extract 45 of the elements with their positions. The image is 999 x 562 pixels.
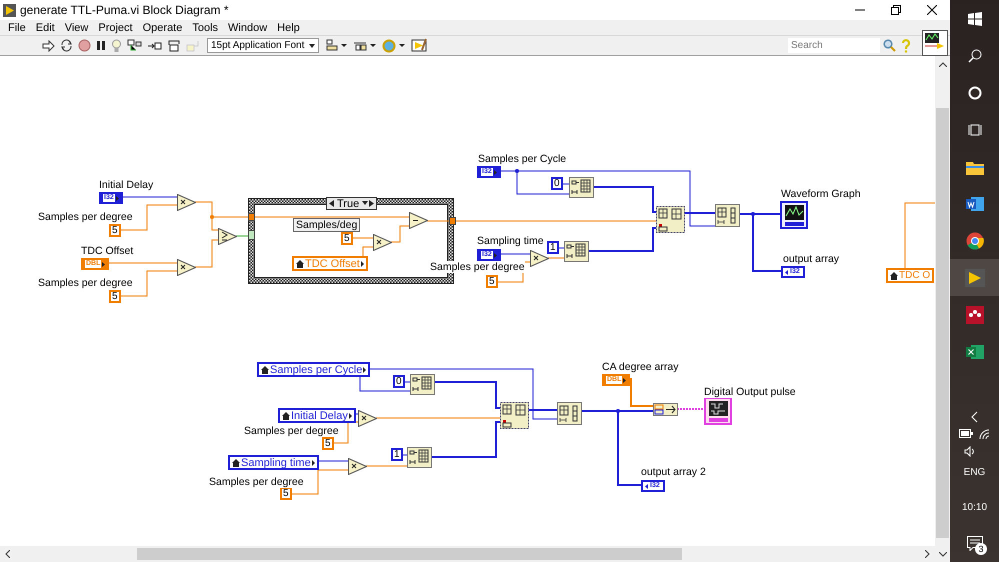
menu-item[interactable]: Help (272, 22, 305, 34)
node-label: Samples per degree (244, 425, 339, 437)
constant: 1 (547, 241, 559, 254)
font-select[interactable]: 15pt Application Font (207, 38, 319, 53)
node-label: Samples per degree (38, 277, 133, 289)
node-label: Digital Output pulse (704, 386, 796, 398)
menu-item[interactable]: Project (93, 22, 138, 34)
clock[interactable]: 10:10 (962, 502, 988, 513)
constant: 5 (280, 487, 292, 500)
node-label: Samples per degree (38, 211, 133, 223)
local-variable: Sampling time (228, 455, 319, 470)
local-variable: TDC Offset (292, 256, 368, 271)
search-field[interactable]: Search (788, 38, 880, 53)
node-label: Waveform Graph (781, 188, 861, 200)
node-label: Samples per degree (430, 261, 525, 273)
node-label: TDC Offset (81, 245, 134, 257)
menu-item[interactable]: Edit (30, 22, 60, 34)
constant: 5 (109, 224, 121, 237)
menu-item[interactable]: File (3, 22, 31, 34)
window-title: generate TTL-Puma.vi Block Diagram * (20, 3, 230, 17)
menu-item[interactable]: Window (223, 22, 272, 34)
notification-count: 3 (975, 543, 987, 555)
constant: 1 (391, 448, 403, 461)
case-selector[interactable]: True (326, 197, 378, 210)
constant: 0 (393, 375, 405, 388)
constant: 5 (322, 437, 334, 450)
node-label: output array 2 (641, 466, 706, 478)
local-variable: TDC O (886, 268, 934, 283)
node-label: output array (783, 253, 840, 265)
node-label: Initial Delay (99, 179, 154, 191)
node-label: Sampling time (477, 235, 544, 247)
node-label: Samples per degree (209, 476, 304, 488)
constant: 5 (341, 232, 353, 245)
node-label: CA degree array (602, 361, 678, 373)
node-label: Samples/deg (293, 218, 360, 232)
language-indicator[interactable]: ENG (964, 467, 986, 478)
menu-item[interactable]: Tools (187, 22, 224, 34)
constant: 5 (486, 275, 498, 288)
menu-item[interactable]: View (60, 22, 94, 34)
constant: 0 (551, 177, 563, 190)
node-label: Samples per Cycle (478, 153, 566, 165)
local-variable: Initial Delay (278, 408, 356, 423)
constant: 5 (109, 290, 121, 303)
menu-item[interactable]: Operate (138, 22, 188, 34)
local-variable: Samples per Cycle (257, 362, 370, 377)
